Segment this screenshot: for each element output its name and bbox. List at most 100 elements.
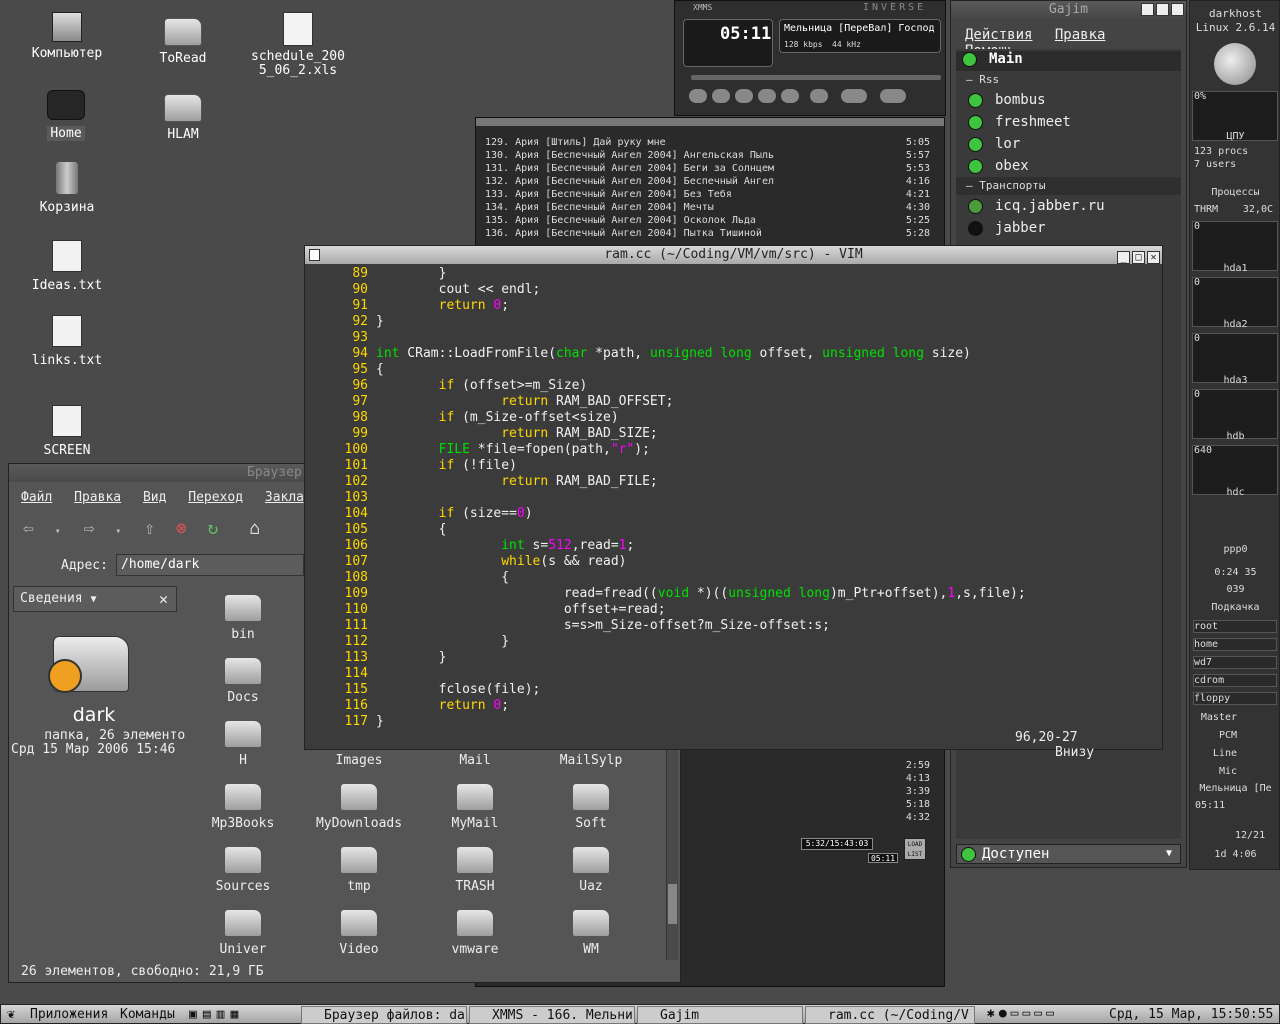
stop-icon[interactable]: ⊗ — [176, 518, 187, 539]
address-field[interactable]: /home/dark — [116, 554, 304, 576]
code-editor[interactable]: 89 } 90 cout << endl; 91 return 0; 92} 93 94 i… — [305, 266, 1162, 730]
clock[interactable]: Срд, 15 Мар, 15:50:55 — [1109, 1007, 1273, 1022]
commands-menu[interactable]: Команды — [120, 1007, 175, 1022]
folder-item[interactable]: MyDownloads — [301, 777, 417, 831]
mount-button[interactable]: home — [1193, 638, 1277, 651]
desktop-icon-hlam[interactable]: HLAM — [133, 88, 233, 142]
eject-button[interactable] — [810, 89, 828, 103]
contact-bombus[interactable]: bombus — [968, 92, 1046, 108]
xmms-seek-bar[interactable] — [691, 75, 941, 80]
launcher-icons[interactable]: ▣▤▥▦ — [189, 1007, 244, 1022]
shuffle-button[interactable] — [841, 89, 867, 103]
contact-obex[interactable]: obex — [968, 158, 1029, 174]
task-xmms[interactable]: XMMS - 166. Мельни — [469, 1006, 635, 1024]
dropdown-icon[interactable]: ▾ — [115, 526, 121, 537]
xmms-window[interactable]: XMMS INVERSE 05:11 Мельница [ПереВал] Го… — [674, 0, 946, 116]
mixer-slider[interactable]: Master — [1193, 712, 1277, 723]
folder-item[interactable]: Video — [301, 903, 417, 957]
playlist-row[interactable]: 134. Ария [Беспечный Ангел 2004] Мечты 4:… — [485, 201, 930, 214]
load-list-button[interactable]: LOAD LIST — [904, 838, 926, 860]
desktop-icon-links[interactable]: links.txt — [17, 315, 117, 368]
gnome-foot-icon[interactable]: ❦ — [7, 1007, 15, 1022]
folder-item[interactable]: Sources — [185, 840, 301, 894]
task-gajim[interactable]: Gajim — [637, 1006, 803, 1024]
playlist-row[interactable]: 135. Ария [Беспечный Ангел 2004] Осколок… — [485, 214, 930, 227]
desktop-icon-ideas[interactable]: Ideas.txt — [17, 240, 117, 293]
mount-button[interactable]: wd7 — [1193, 656, 1277, 669]
mount-button[interactable]: cdrom — [1193, 674, 1277, 687]
mount-button[interactable]: root — [1193, 620, 1277, 633]
folder-item[interactable]: vmware — [417, 903, 533, 957]
desktop-icon-schedule[interactable]: schedule_2005_06_2.xls — [248, 12, 348, 78]
gkrellm-monitor[interactable]: darkhost Linux 2.6.14 0% ЦПУ 123 procs 7… — [1189, 0, 1280, 870]
side-panel-selector[interactable]: Сведения ▼ ✕ — [13, 586, 177, 612]
menu-go[interactable]: Переход — [188, 490, 243, 505]
next-button[interactable] — [781, 89, 799, 103]
up-icon[interactable]: ⇧ — [144, 518, 155, 539]
gajim-titlebar[interactable]: Gajim — [951, 1, 1186, 19]
play-button[interactable] — [712, 89, 730, 103]
menu-file[interactable]: Файл — [21, 490, 52, 505]
menu-view[interactable]: Вид — [143, 490, 166, 505]
reload-icon[interactable]: ↻ — [208, 518, 219, 539]
minimize-button[interactable]: _ — [1117, 251, 1130, 264]
maximize-button[interactable]: □ — [1132, 251, 1145, 264]
maximize-button[interactable] — [1156, 3, 1169, 16]
mixer-slider[interactable]: Mic — [1193, 766, 1277, 777]
contact-lor[interactable]: lor — [968, 136, 1020, 152]
applications-menu[interactable]: Приложения — [30, 1007, 108, 1022]
playlist-row[interactable]: 136. Ария [Беспечный Ангел 2004] Пытка Т… — [485, 227, 930, 240]
folder-item[interactable]: Docs — [185, 651, 301, 705]
mixer-slider[interactable]: PCM — [1193, 730, 1277, 741]
desktop-icon-toread[interactable]: ToRead — [133, 12, 233, 66]
tray-icons[interactable]: ✱●▭▭▭▭ — [987, 1006, 1058, 1021]
desktop-icon-trash[interactable]: Корзина — [17, 162, 117, 215]
contact-icq-jabber[interactable]: icq.jabber.ru — [968, 198, 1105, 214]
folder-item[interactable]: H — [185, 714, 301, 768]
close-button[interactable] — [1171, 3, 1184, 16]
vim-titlebar[interactable]: ram.cc (~/Coding/VM/vm/src) - VIM _ □ ✕ — [305, 246, 1162, 264]
playlist-row[interactable]: 133. Ария [Беспечный Ангел 2004] Без Теб… — [485, 188, 930, 201]
task-vim[interactable]: ram.cc (~/Coding/V — [805, 1006, 975, 1024]
desktop-icon-screen[interactable]: SCREEN — [17, 405, 117, 458]
close-icon[interactable]: ✕ — [159, 587, 168, 611]
playlist-row[interactable]: 130. Ария [Беспечный Ангел 2004] Ангельс… — [485, 149, 930, 162]
contact-freshmeet[interactable]: freshmeet — [968, 114, 1071, 130]
home-icon[interactable]: ⌂ — [249, 518, 260, 539]
vim-window[interactable]: ram.cc (~/Coding/VM/vm/src) - VIM _ □ ✕ 89… — [304, 245, 1163, 760]
status-selector[interactable]: Доступен ▼ — [956, 844, 1181, 864]
folder-item[interactable]: Univer — [185, 903, 301, 957]
desktop-icon-computer[interactable]: Компьютер — [17, 12, 117, 61]
stop-button[interactable] — [758, 89, 776, 103]
task-file-browser[interactable]: Браузер файлов: da — [301, 1006, 467, 1024]
group-transports[interactable]: — Транспорты — [956, 177, 1181, 195]
dropdown-icon[interactable]: ▾ — [55, 526, 61, 537]
scroll-thumb[interactable] — [668, 884, 677, 924]
menu-edit[interactable]: Правка — [1055, 27, 1106, 43]
folder-item[interactable]: bin — [185, 588, 301, 642]
folder-item[interactable]: Soft — [533, 777, 649, 831]
desktop-icon-home[interactable]: Home — [16, 90, 116, 141]
folder-item[interactable]: Uaz — [533, 840, 649, 894]
repeat-button[interactable] — [880, 89, 906, 103]
mount-button[interactable]: floppy — [1193, 692, 1277, 705]
folder-item[interactable]: Mp3Books — [185, 777, 301, 831]
minimize-button[interactable] — [1141, 3, 1154, 16]
playlist-row[interactable]: 131. Ария [Беспечный Ангел 2004] Беги за… — [485, 162, 930, 175]
folder-item[interactable]: TRASH — [417, 840, 533, 894]
window-menu-icon[interactable] — [309, 249, 320, 261]
playlist-row[interactable]: 132. Ария [Беспечный Ангел 2004] Беспечн… — [485, 175, 930, 188]
menu-edit[interactable]: Правка — [74, 490, 121, 505]
contact-jabber[interactable]: jabber — [968, 220, 1046, 236]
back-icon[interactable]: ⇦ — [23, 518, 34, 539]
group-main[interactable]: Main — [956, 51, 1181, 71]
close-button[interactable]: ✕ — [1147, 251, 1160, 264]
forward-icon[interactable]: ⇨ — [84, 518, 95, 539]
menu-actions[interactable]: Действия — [965, 27, 1032, 43]
group-rss[interactable]: — Rss — [966, 73, 999, 86]
pause-button[interactable] — [735, 89, 753, 103]
mixer-slider[interactable]: Line — [1193, 748, 1277, 759]
folder-item[interactable]: tmp — [301, 840, 417, 894]
prev-button[interactable] — [689, 89, 707, 103]
folder-item[interactable]: WM — [533, 903, 649, 957]
